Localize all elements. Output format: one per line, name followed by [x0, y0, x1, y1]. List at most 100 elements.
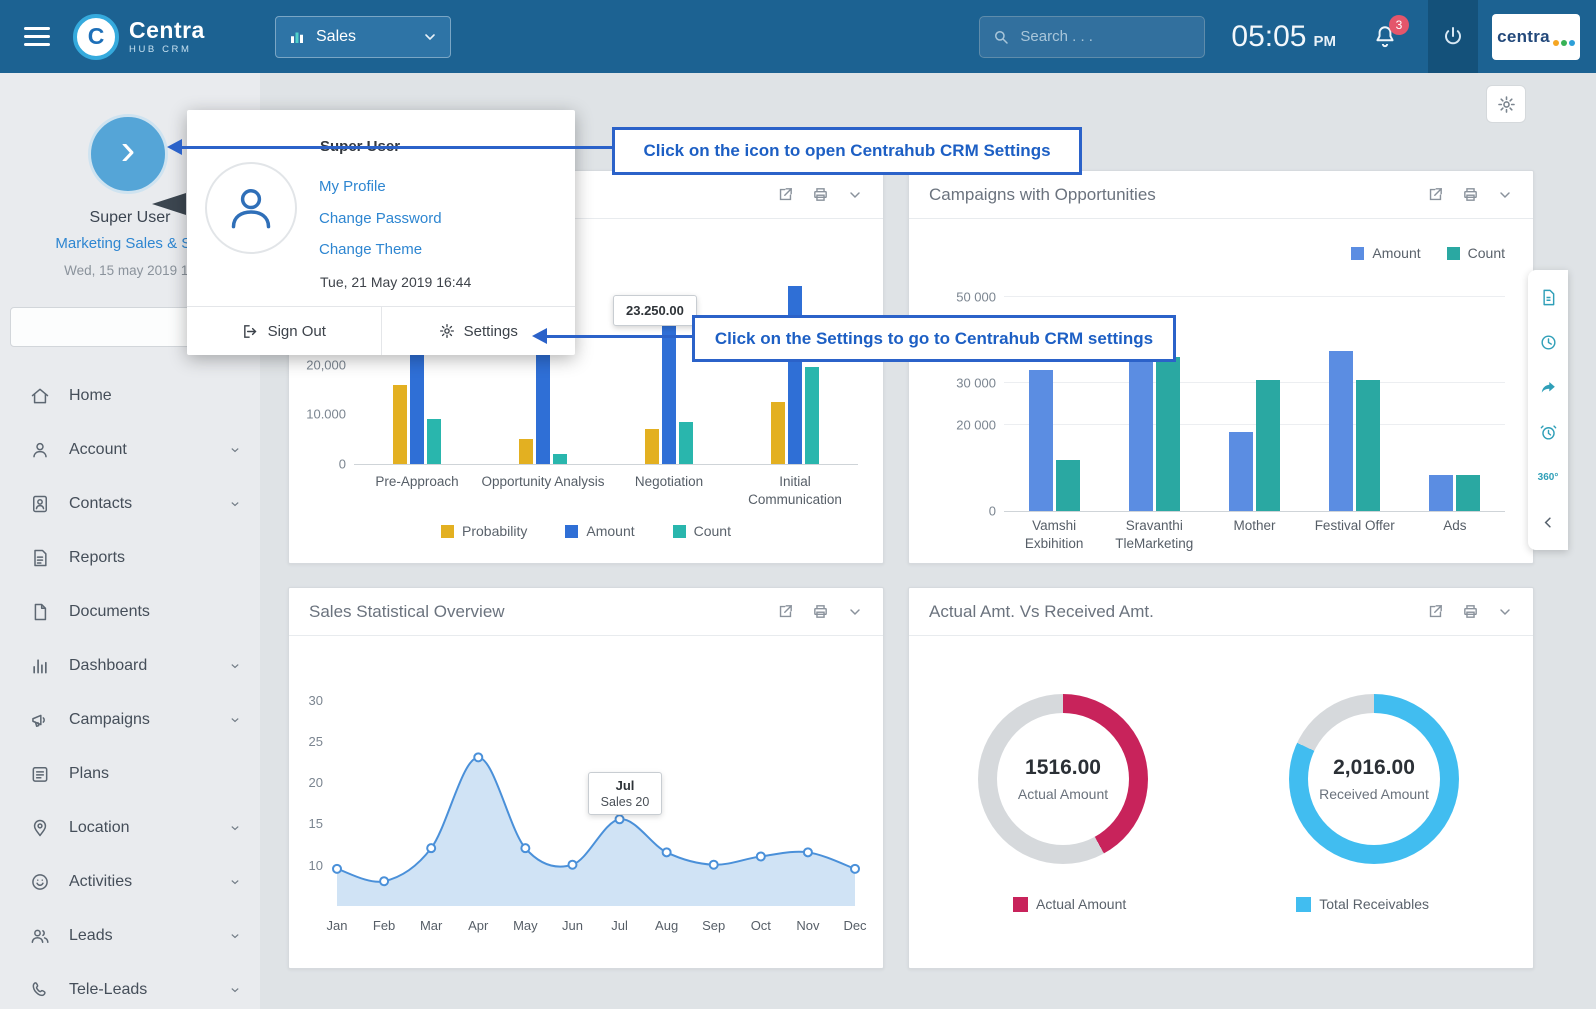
collapse-icon[interactable] — [1497, 604, 1513, 620]
chart-legend: Probability Amount Count — [289, 523, 883, 539]
legend-swatch — [1447, 247, 1460, 260]
module-selector[interactable]: Sales — [275, 16, 451, 58]
chart-tooltip: Jul Sales 20 — [588, 772, 662, 815]
topbar: C Centra HUB CRM Sales 05:05 PM — [0, 0, 1596, 73]
clock-period: PM — [1314, 33, 1337, 50]
campaigns-icon — [30, 710, 52, 730]
annotation-arrow-line — [181, 146, 612, 149]
sidebar-item-leads[interactable]: Leads — [0, 909, 260, 963]
sidebar-item-contacts[interactable]: Contacts — [0, 477, 260, 531]
card-header: Campaigns with Opportunities — [909, 171, 1533, 219]
sidebar-item-plans[interactable]: Plans — [0, 747, 260, 801]
sidebar-item-activities[interactable]: Activities — [0, 855, 260, 909]
y-axis-tick: 25 — [295, 734, 323, 749]
sidebar-nav: Home Account Contacts Reports Documents — [0, 369, 260, 1009]
power-button[interactable] — [1428, 0, 1478, 73]
category-label: Vamshi Exbihition — [1004, 517, 1104, 552]
user-avatar[interactable]: › — [88, 114, 168, 194]
actual-amount-donut: 1516.00 Actual Amount — [978, 694, 1148, 864]
annotation-icon-tip: Click on the icon to open Centrahub CRM … — [612, 127, 1082, 175]
x-axis-tick: Apr — [458, 918, 498, 933]
leads-icon — [30, 926, 52, 946]
history-tool-icon[interactable] — [1528, 320, 1568, 365]
notifications-button[interactable]: 3 — [1372, 24, 1398, 50]
centra-logo-text: centra — [1497, 27, 1550, 47]
panel-collapse-icon[interactable] — [1528, 500, 1568, 545]
centrahub-logo-icon: C — [73, 14, 119, 60]
legend-swatch — [673, 525, 686, 538]
reports-icon — [30, 548, 52, 568]
share-tool-icon[interactable] — [1528, 365, 1568, 410]
search-input[interactable] — [1018, 27, 1192, 46]
y-axis-tick: 20 000 — [942, 418, 996, 433]
bar — [1129, 357, 1153, 511]
x-axis-tick: Jul — [600, 918, 640, 933]
collapse-icon[interactable] — [847, 604, 863, 620]
x-axis-tick: Dec — [835, 918, 875, 933]
print-icon[interactable] — [812, 603, 829, 620]
legend-item: Actual Amount — [1013, 896, 1126, 912]
external-link-icon[interactable] — [777, 186, 794, 203]
sidebar-item-home[interactable]: Home — [0, 369, 260, 423]
sidebar-item-dashboard[interactable]: Dashboard — [0, 639, 260, 693]
bar-group — [1329, 297, 1380, 511]
sidebar-item-label: Home — [69, 387, 112, 405]
legend-item: Probability — [441, 523, 527, 539]
sidebar-item-tele-leads[interactable]: Tele-Leads — [0, 963, 260, 1009]
customer-360-icon[interactable]: 360° — [1528, 455, 1568, 500]
x-axis-tick: Feb — [364, 918, 404, 933]
bar — [1429, 475, 1453, 511]
legend-item: Count — [673, 523, 731, 539]
external-link-icon[interactable] — [1427, 603, 1444, 620]
chart-tooltip: 23.250.00 — [613, 295, 697, 326]
legend-item: Amount — [565, 523, 634, 539]
chart-legend: AmountCount — [1351, 245, 1505, 261]
print-icon[interactable] — [1462, 186, 1479, 203]
external-link-icon[interactable] — [1427, 186, 1444, 203]
sidebar-item-account[interactable]: Account — [0, 423, 260, 477]
sidebar-item-campaigns[interactable]: Campaigns — [0, 693, 260, 747]
sign-out-button[interactable]: Sign Out — [187, 307, 382, 355]
legend-item: Amount — [1351, 245, 1420, 261]
legend-item: Total Receivables — [1296, 896, 1429, 912]
bar — [553, 454, 567, 464]
category-label: Initial Communication — [732, 473, 858, 508]
settings-label: Settings — [464, 323, 518, 340]
quick-tools-panel: 360° — [1528, 270, 1568, 550]
donut-label: Actual Amount — [1018, 786, 1108, 802]
sidebar-item-documents[interactable]: Documents — [0, 585, 260, 639]
reminder-tool-icon[interactable] — [1528, 410, 1568, 455]
legend-swatch — [1351, 247, 1364, 260]
sign-out-label: Sign Out — [268, 323, 326, 340]
campaigns-card: Campaigns with Opportunities AmountCount… — [908, 170, 1534, 564]
dashboard-icon — [30, 656, 52, 676]
dashboard-settings-button[interactable] — [1486, 85, 1526, 123]
y-axis-tick: 30 000 — [942, 375, 996, 390]
sidebar-item-location[interactable]: Location — [0, 801, 260, 855]
legend-swatch — [1296, 897, 1311, 912]
x-axis-labels: Pre-ApproachOpportunity AnalysisNegotiat… — [354, 473, 858, 508]
y-axis-tick: 10 — [295, 858, 323, 873]
popup-pointer — [152, 193, 186, 215]
power-icon — [1441, 25, 1465, 49]
plans-icon — [30, 764, 52, 784]
change-password-link[interactable]: Change Password — [319, 210, 442, 227]
bar — [393, 385, 407, 464]
collapse-icon[interactable] — [847, 187, 863, 203]
bar-group — [645, 241, 693, 464]
print-icon[interactable] — [812, 186, 829, 203]
report-tool-icon[interactable] — [1528, 275, 1568, 320]
change-theme-link[interactable]: Change Theme — [319, 241, 422, 258]
home-icon — [30, 386, 52, 406]
print-icon[interactable] — [1462, 603, 1479, 620]
sidebar-item-reports[interactable]: Reports — [0, 531, 260, 585]
external-link-icon[interactable] — [777, 603, 794, 620]
my-profile-link[interactable]: My Profile — [319, 178, 386, 195]
menu-icon[interactable] — [0, 27, 73, 46]
sidebar-item-label: Reports — [69, 549, 125, 567]
card-title: Actual Amt. Vs Received Amt. — [929, 602, 1154, 622]
chevron-down-icon — [228, 713, 242, 727]
centrahub-logo[interactable]: C Centra HUB CRM — [73, 14, 255, 60]
sidebar-item-label: Dashboard — [69, 657, 147, 675]
collapse-icon[interactable] — [1497, 187, 1513, 203]
